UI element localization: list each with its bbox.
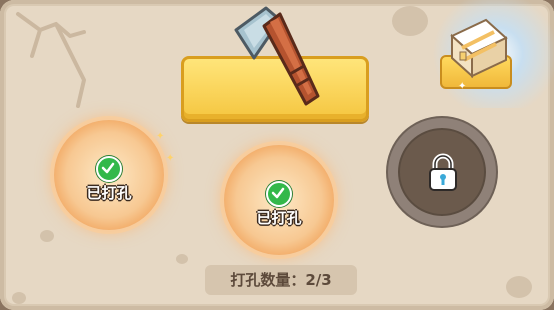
sparkle-icon: ✦ xyxy=(458,81,467,92)
sparkle-icon: ✦ xyxy=(166,153,175,164)
pebble-decoration xyxy=(392,6,428,36)
pebble-decoration xyxy=(176,254,188,264)
pebble-decoration xyxy=(12,292,26,304)
hole-status-label: 已打孔 xyxy=(256,209,302,227)
check-icon xyxy=(96,156,122,182)
stone-crack-decoration xyxy=(16,12,86,108)
pebble-decoration xyxy=(40,230,54,242)
hole-status-label: 已打孔 xyxy=(86,184,132,202)
treasure-chest-icon[interactable] xyxy=(446,14,510,80)
drilled-hole-1: 已打孔 xyxy=(54,120,164,230)
drill-count-label: 打孔数量：2/3 xyxy=(205,265,357,295)
sparkle-icon: ✦ xyxy=(156,131,165,142)
drill-panel: ✦ 已打孔 ✦ ✦ 已打孔 打孔数量：2/3 xyxy=(0,0,554,310)
check-icon xyxy=(266,181,292,207)
locked-hole-slot[interactable] xyxy=(388,118,496,226)
pebble-decoration xyxy=(506,276,532,298)
drilled-hole-2: 已打孔 xyxy=(224,145,334,255)
padlock-icon xyxy=(429,153,457,191)
hammer-icon[interactable] xyxy=(214,0,326,116)
